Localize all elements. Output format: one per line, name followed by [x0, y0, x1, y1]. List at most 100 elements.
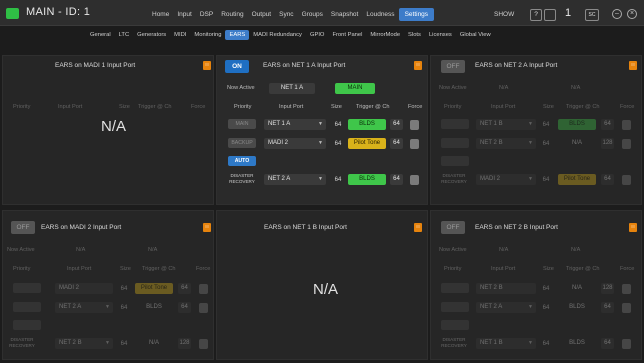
nav-groups[interactable]: Groups	[298, 9, 327, 21]
force-button[interactable]	[622, 139, 631, 149]
channel-value[interactable]: 64	[390, 138, 403, 149]
nav-input[interactable]: Input	[173, 9, 195, 21]
nav-routing[interactable]: Routing	[217, 9, 247, 21]
tab-front-panel[interactable]: Front Panel	[328, 30, 366, 40]
channel-value[interactable]: 128	[601, 283, 614, 294]
channel-value[interactable]: 64	[390, 174, 403, 185]
priority-main[interactable]	[13, 283, 41, 293]
force-button[interactable]	[199, 284, 208, 294]
warning-icon[interactable]	[414, 61, 422, 70]
input-port-select[interactable]: NET 2 A ▼	[264, 174, 326, 185]
trigger-value[interactable]: BLDS	[348, 119, 386, 130]
minimize-icon[interactable]: –	[612, 9, 622, 19]
trigger-value[interactable]: N/A	[135, 338, 173, 349]
input-port-select[interactable]: NET 2 A ▼	[476, 302, 536, 313]
tab-ears[interactable]: EARS	[225, 30, 250, 40]
close-icon[interactable]: ×	[627, 9, 637, 19]
tab-madi-redundancy[interactable]: MADI Redundancy	[249, 30, 306, 40]
tab-general[interactable]: General	[86, 30, 115, 40]
input-port-select[interactable]: NET 1 B ▼	[476, 338, 536, 349]
channel-value[interactable]: 64	[601, 174, 614, 185]
ears-toggle[interactable]: OFF	[441, 60, 465, 73]
auto-button[interactable]	[441, 156, 469, 166]
input-port-select[interactable]: NET 2 B ▼	[476, 138, 536, 149]
warning-icon[interactable]	[414, 223, 422, 232]
screen-icon[interactable]	[544, 9, 556, 21]
input-port-select[interactable]: NET 2 A ▼	[55, 302, 113, 313]
input-port-select[interactable]: MADI 2 ▼	[476, 174, 536, 185]
trigger-value[interactable]: BLDS	[558, 338, 596, 349]
trigger-value[interactable]: BLDS	[558, 302, 596, 313]
force-button[interactable]	[622, 303, 631, 313]
show-button[interactable]: SHOW	[494, 11, 514, 18]
warning-icon[interactable]	[203, 223, 211, 232]
channel-value[interactable]: 128	[601, 138, 614, 149]
ears-toggle[interactable]: ON	[225, 60, 249, 73]
nav-settings[interactable]: Settings	[398, 8, 435, 21]
trigger-value[interactable]: N/A	[558, 283, 596, 294]
tab-gpio[interactable]: GPIO	[306, 30, 329, 40]
input-port-select[interactable]: MADI 2	[55, 283, 113, 294]
channel-value[interactable]: 64	[601, 119, 614, 130]
force-button[interactable]	[199, 339, 208, 349]
force-button[interactable]	[622, 339, 631, 349]
now-active-tag: N/A	[571, 247, 581, 253]
priority-backup[interactable]	[441, 138, 469, 148]
force-button[interactable]	[410, 175, 419, 185]
nav-sync[interactable]: Sync	[275, 9, 297, 21]
force-button[interactable]	[622, 284, 631, 294]
force-button[interactable]	[410, 120, 419, 130]
nav-home[interactable]: Home	[148, 9, 173, 21]
channel-value[interactable]: 64	[601, 302, 614, 313]
trigger-value[interactable]: Pilot Tone	[135, 283, 173, 294]
channel-value[interactable]: 64	[601, 338, 614, 349]
tab-generators[interactable]: Generators	[133, 30, 170, 40]
channel-value[interactable]: 64	[178, 302, 191, 313]
nav-snapshot[interactable]: Snapshot	[327, 9, 362, 21]
auto-button[interactable]: AUTO	[228, 156, 256, 166]
trigger-value[interactable]: BLDS	[348, 174, 386, 185]
priority-main[interactable]	[441, 119, 469, 129]
warning-icon[interactable]	[629, 223, 637, 232]
trigger-value[interactable]: BLDS	[558, 119, 596, 130]
tab-mirrormode[interactable]: MirrorMode	[366, 30, 404, 40]
tab-ltc[interactable]: LTC	[115, 30, 134, 40]
warning-icon[interactable]	[629, 61, 637, 70]
priority-backup[interactable]	[13, 302, 41, 312]
force-button[interactable]	[199, 303, 208, 313]
priority-backup[interactable]	[441, 302, 469, 312]
auto-button[interactable]	[13, 320, 41, 330]
help-icon[interactable]: ?	[530, 9, 542, 21]
tab-licenses[interactable]: Licenses	[425, 30, 456, 40]
trigger-value[interactable]: Pilot Tone	[348, 138, 386, 149]
tab-global-view[interactable]: Global View	[456, 30, 495, 40]
tab-midi[interactable]: MIDI	[170, 30, 190, 40]
sc-button[interactable]: SC	[585, 9, 599, 21]
force-button[interactable]	[622, 120, 631, 130]
input-port-select[interactable]: NET 2 B	[476, 283, 536, 294]
tab-monitoring[interactable]: Monitoring	[190, 30, 225, 40]
priority-main[interactable]	[441, 283, 469, 293]
trigger-value[interactable]: Pilot Tone	[558, 174, 596, 185]
priority-backup[interactable]: BACKUP	[228, 138, 256, 148]
channel-value[interactable]: 64	[390, 119, 403, 130]
trigger-value[interactable]: BLDS	[135, 302, 173, 313]
nav-dsp[interactable]: DSP	[196, 9, 217, 21]
input-port-select[interactable]: MADI 2 ▼	[264, 138, 326, 149]
nav-loudness[interactable]: Loudness	[362, 9, 398, 21]
warning-icon[interactable]	[203, 61, 211, 70]
input-port-select[interactable]: NET 1 A ▼	[264, 119, 326, 130]
nav-output[interactable]: Output	[248, 9, 276, 21]
ears-toggle[interactable]: OFF	[11, 221, 35, 234]
force-button[interactable]	[410, 139, 419, 149]
channel-value[interactable]: 64	[178, 283, 191, 294]
auto-button[interactable]	[441, 320, 469, 330]
input-port-select[interactable]: NET 1 B ▼	[476, 119, 536, 130]
channel-value[interactable]: 128	[178, 338, 191, 349]
ears-toggle[interactable]: OFF	[441, 221, 465, 234]
trigger-value[interactable]: N/A	[558, 138, 596, 149]
priority-main[interactable]: MAIN	[228, 119, 256, 129]
tab-slots[interactable]: Slots	[404, 30, 425, 40]
input-port-select[interactable]: NET 2 B ▼	[55, 338, 113, 349]
force-button[interactable]	[622, 175, 631, 185]
